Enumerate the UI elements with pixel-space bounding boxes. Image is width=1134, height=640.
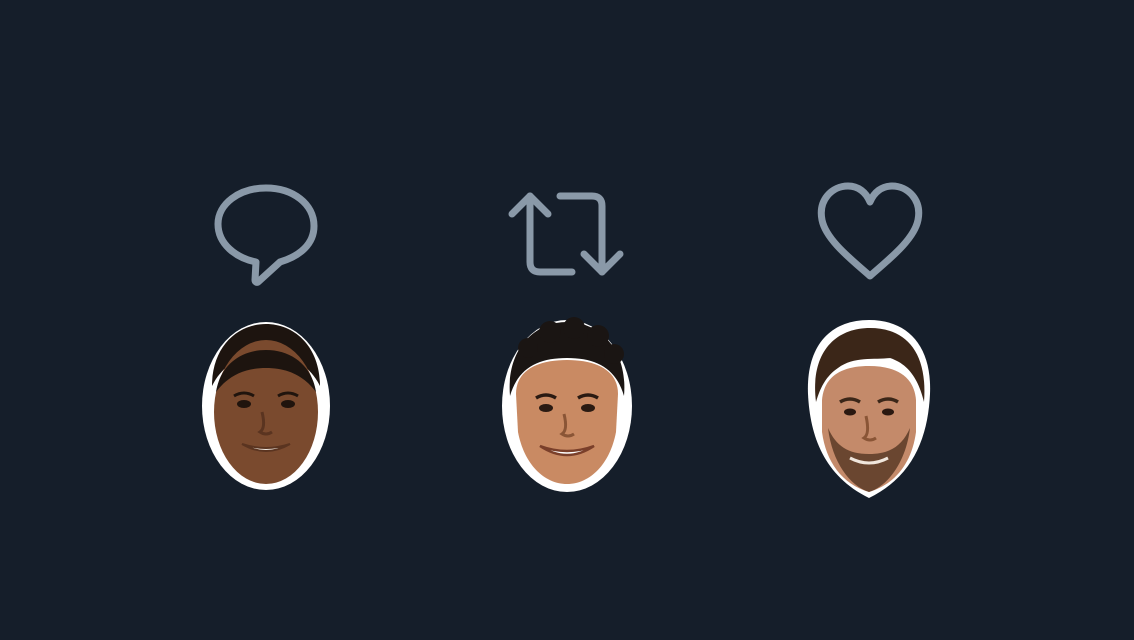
heart-icon (817, 182, 923, 280)
face-sticker-like (804, 316, 934, 502)
like-button[interactable] (812, 178, 928, 290)
face-sticker-illustration (502, 317, 632, 492)
retweet-button[interactable] (500, 178, 632, 290)
retweet-arrows-icon (508, 192, 624, 276)
face-sticker-illustration (202, 322, 330, 490)
face-sticker-illustration (807, 320, 931, 498)
tweet-action-bar (0, 0, 1134, 640)
face-sticker-reply (198, 316, 334, 494)
face-sticker-retweet (498, 314, 636, 494)
speech-bubble-icon (214, 184, 318, 286)
reply-button[interactable] (210, 178, 322, 290)
